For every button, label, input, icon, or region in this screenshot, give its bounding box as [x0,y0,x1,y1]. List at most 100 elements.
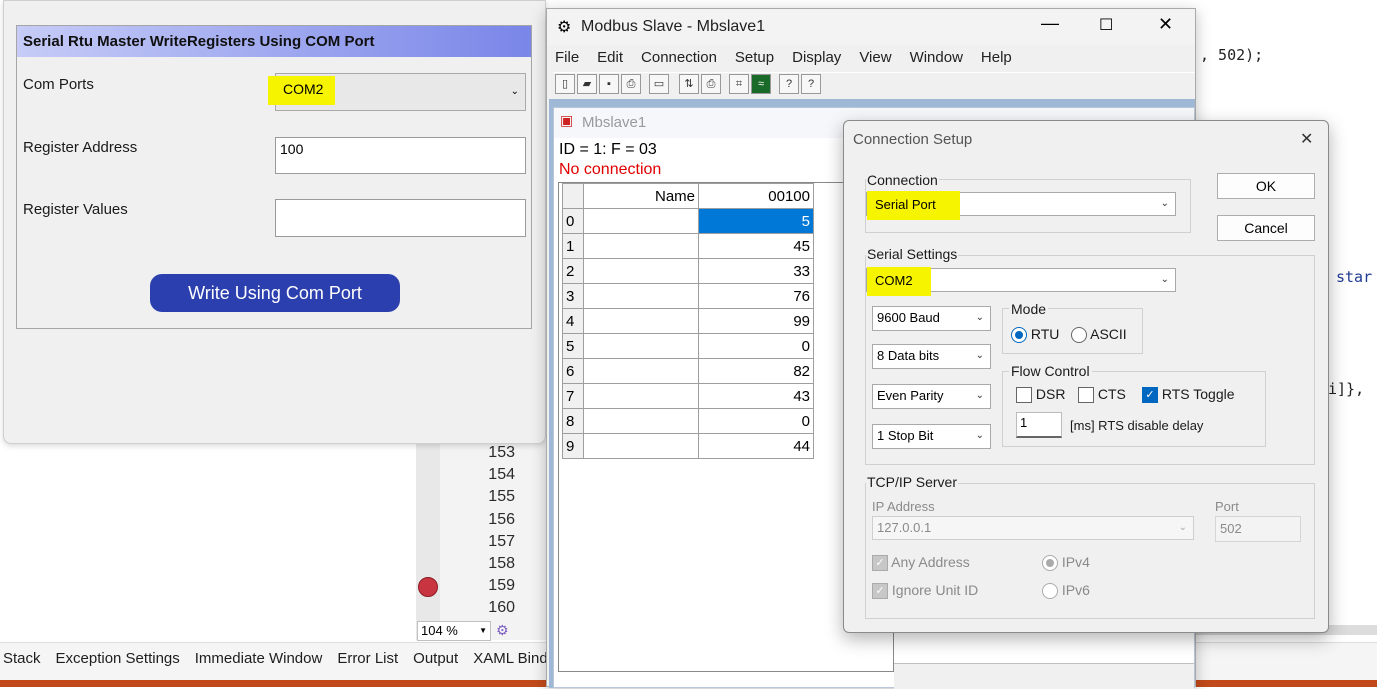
table-row[interactable]: 1 45 [562,233,814,259]
row-value-cell[interactable]: 82 [698,358,814,384]
bottom-tab[interactable]: Stack [3,650,41,667]
cts-checkbox[interactable] [1078,387,1094,404]
chart-icon[interactable]: ≈ [751,74,771,94]
line-numbers: 153 154 155 156 157 158 159 160 [455,444,515,622]
write-using-com-port-button[interactable]: Write Using Com Port [150,274,400,312]
minimize-icon[interactable]: — [1041,13,1059,34]
window-icon[interactable]: ▭ [649,74,669,94]
tcp-port-input[interactable]: 502 [1215,516,1301,542]
row-name-cell[interactable] [583,358,699,384]
menu-item[interactable]: Help [981,49,1012,66]
rtu-radio[interactable] [1011,327,1027,344]
mode-rtu-option[interactable]: RTU [1011,326,1059,344]
ascii-radio[interactable] [1071,327,1087,344]
menu-item[interactable]: Connection [641,49,717,66]
row-name-cell[interactable] [583,333,699,359]
open-icon[interactable]: ▰ [577,74,597,94]
row-value-cell[interactable]: 43 [698,383,814,409]
rts-toggle-option[interactable]: ✓ RTS Toggle [1142,386,1235,404]
row-name-cell[interactable] [583,258,699,284]
menu-item[interactable]: File [555,49,579,66]
bottom-tab[interactable]: Immediate Window [195,650,323,667]
port-select[interactable]: COM2 ⌄ [866,267,1176,296]
save-icon[interactable]: ▪ [599,74,619,94]
row-value-cell[interactable]: 33 [698,258,814,284]
row-name-cell[interactable] [583,383,699,409]
connect-icon[interactable]: ⇅ [679,74,699,94]
any-address-checkbox[interactable]: ✓ [872,555,888,572]
table-row[interactable]: 05 [562,208,814,234]
menu-item[interactable]: Edit [597,49,623,66]
ascii-label: ASCII [1090,326,1127,342]
print-icon[interactable]: ⎙ [621,74,641,94]
row-name-cell[interactable] [583,308,699,334]
ipv4-radio[interactable] [1042,555,1058,572]
com-ports-select[interactable]: COM2 ⌄ [268,73,526,111]
dsr-option[interactable]: DSR [1016,386,1065,404]
zoom-combo[interactable]: 104 % ▼ [417,621,491,641]
bottom-tab[interactable]: XAML Bindi [473,650,551,667]
close-icon[interactable]: ✕ [1158,14,1173,35]
row-name-cell[interactable] [583,408,699,434]
row-value-cell[interactable]: 76 [698,283,814,309]
printer-icon[interactable]: ⎙ [701,74,721,94]
table-row[interactable]: 6 82 [562,358,814,384]
ip-address-select[interactable]: 127.0.0.1 ⌄ [872,516,1194,540]
chevron-down-icon: ⌄ [975,312,984,323]
rts-toggle-checkbox[interactable]: ✓ [1142,387,1158,404]
row-name-cell[interactable] [583,233,699,259]
menu-item[interactable]: View [859,49,891,66]
register-address-input[interactable]: 100 [275,137,526,174]
new-icon[interactable]: ▯ [555,74,575,94]
cts-option[interactable]: CTS [1078,386,1126,404]
menu-item[interactable]: Setup [735,49,774,66]
ipv4-option[interactable]: IPv4 [1042,554,1090,572]
ipv6-radio[interactable] [1042,583,1058,600]
table-row[interactable]: 2 33 [562,258,814,284]
table-row[interactable]: 50 [562,333,814,359]
help-icon[interactable]: ? [779,74,799,94]
menu-item[interactable]: Display [792,49,841,66]
bottom-tab[interactable]: Output [413,650,458,667]
row-value-cell[interactable]: 0 [698,333,814,359]
table-row[interactable]: 7 43 [562,383,814,409]
register-values-input[interactable] [275,199,526,237]
table-row[interactable]: 3 76 [562,283,814,309]
row-value-cell[interactable]: 45 [698,233,814,259]
data-bits-select[interactable]: 8 Data bits ⌄ [872,344,991,369]
bottom-tab[interactable]: Exception Settings [56,650,180,667]
table-row[interactable]: 80 [562,408,814,434]
row-value-cell[interactable]: 0 [698,408,814,434]
table-row[interactable]: 4 99 [562,308,814,334]
breakpoint-margin[interactable] [416,440,440,640]
ignore-unit-option[interactable]: ✓ Ignore Unit ID [872,582,978,600]
cancel-button[interactable]: Cancel [1217,215,1315,241]
git-icon[interactable]: ⚙ [496,622,509,639]
any-address-option[interactable]: ✓ Any Address [872,554,970,572]
row-name-cell[interactable] [583,208,699,234]
row-value-cell[interactable]: 5 [698,208,814,234]
parity-value: Even Parity [877,388,944,403]
ok-button[interactable]: OK [1217,173,1315,199]
monitor-icon[interactable]: ⌗ [729,74,749,94]
context-help-icon[interactable]: ? [801,74,821,94]
bottom-tab[interactable]: Error List [337,650,398,667]
breakpoint-icon[interactable] [418,577,438,597]
row-value-cell[interactable]: 99 [698,308,814,334]
baud-select[interactable]: 9600 Baud ⌄ [872,306,991,331]
dialog-close-icon[interactable]: ✕ [1300,129,1313,149]
dsr-checkbox[interactable] [1016,387,1032,404]
table-row[interactable]: 9 44 [562,433,814,459]
row-name-cell[interactable] [583,283,699,309]
menu-item[interactable]: Window [910,49,963,66]
parity-select[interactable]: Even Parity ⌄ [872,384,991,409]
stop-bits-select[interactable]: 1 Stop Bit ⌄ [872,424,991,449]
row-value-cell[interactable]: 44 [698,433,814,459]
maximize-icon[interactable]: ☐ [1099,15,1113,35]
rts-delay-input[interactable]: 1 [1016,412,1062,438]
connection-select[interactable]: Serial Port ⌄ [866,191,1176,220]
ignore-unit-checkbox[interactable]: ✓ [872,583,888,600]
mode-ascii-option[interactable]: ASCII [1071,326,1127,344]
row-name-cell[interactable] [583,433,699,459]
ipv6-option[interactable]: IPv6 [1042,582,1090,600]
